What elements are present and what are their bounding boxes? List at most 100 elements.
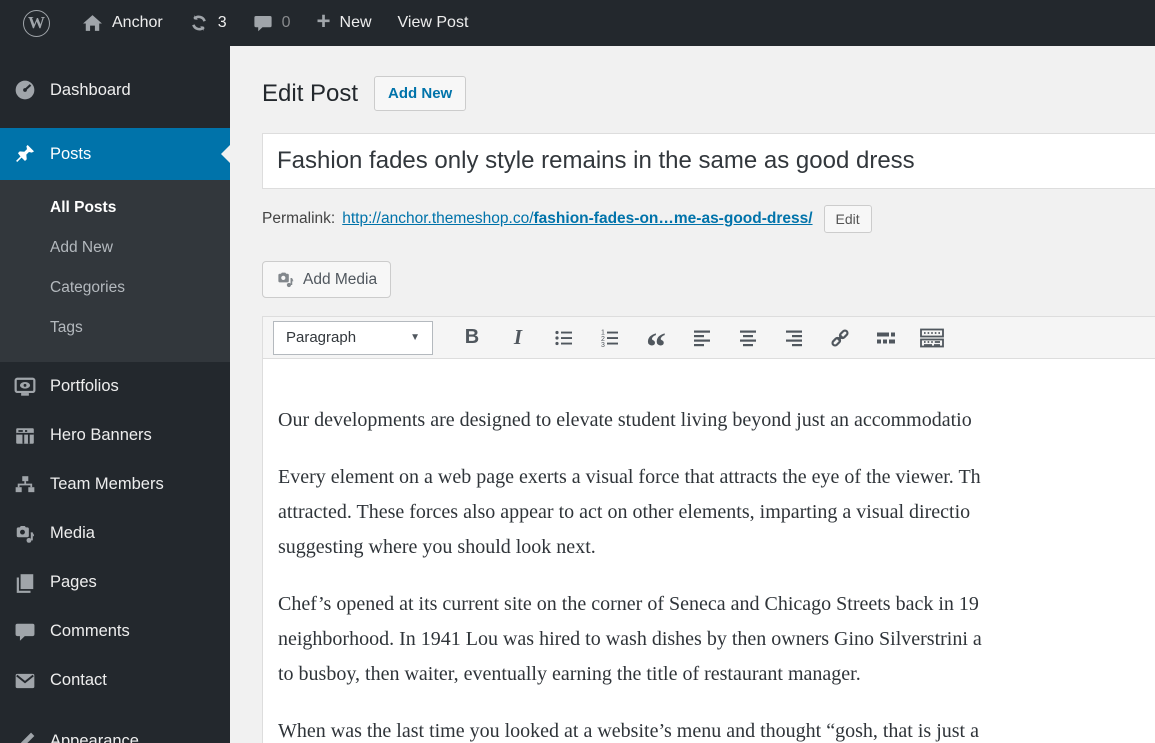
- sidebar-item-media[interactable]: Media: [0, 509, 230, 558]
- sidebar-item-label: Pages: [50, 573, 97, 591]
- site-name-link[interactable]: Anchor: [69, 0, 176, 46]
- align-right-button[interactable]: [773, 321, 815, 355]
- post-paragraph: When was the last time you looked at a w…: [278, 714, 1155, 743]
- table-grid-icon: [14, 425, 36, 447]
- permalink-label: Permalink:: [262, 210, 336, 227]
- updates-link[interactable]: 3: [176, 0, 240, 46]
- add-media-icon: [276, 270, 295, 289]
- sidebar-item-label: Media: [50, 524, 95, 542]
- paragraph-format-dropdown[interactable]: Paragraph ▼: [273, 320, 433, 355]
- submenu-item-tags[interactable]: Tags: [0, 308, 230, 348]
- org-chart-icon: [14, 474, 36, 496]
- wordpress-logo-icon: W: [23, 9, 50, 37]
- permalink-row: Permalink: http://anchor.themeshop.co/fa…: [262, 205, 1155, 233]
- main-content: Edit Post Add New Permalink: http://anch…: [230, 46, 1155, 743]
- add-media-button[interactable]: Add Media: [262, 261, 392, 298]
- paragraph-format-value: Paragraph: [286, 329, 357, 346]
- italic-button[interactable]: I: [497, 321, 539, 355]
- editor-content-area[interactable]: Our developments are designed to elevate…: [263, 359, 1155, 743]
- link-chain-icon: [831, 328, 849, 347]
- post-paragraph: Chef’s opened at its current site on the…: [278, 587, 1155, 692]
- view-post-link[interactable]: View Post: [385, 0, 482, 46]
- edit-permalink-button[interactable]: Edit: [823, 205, 872, 233]
- sidebar-item-label: Contact: [50, 671, 107, 689]
- sidebar-item-pages[interactable]: Pages: [0, 558, 230, 607]
- comments-count: 0: [281, 14, 291, 31]
- portfolio-eye-screen-icon: [14, 376, 36, 398]
- sidebar-item-label: Dashboard: [50, 80, 131, 99]
- paragraph-line: suggesting where you should look next.: [278, 536, 596, 558]
- align-center-button[interactable]: [727, 321, 769, 355]
- sidebar-item-label: Comments: [50, 622, 130, 640]
- sidebar-item-contact[interactable]: Contact: [0, 656, 230, 705]
- insert-more-tag-button[interactable]: [865, 321, 907, 355]
- sidebar-item-appearance[interactable]: Appearance: [0, 717, 230, 743]
- paragraph-line: attracted. These forces also appear to a…: [278, 501, 971, 523]
- pages-icon: [14, 572, 36, 594]
- post-paragraph: Our developments are designed to elevate…: [278, 403, 1155, 438]
- email-envelope-icon: [14, 670, 36, 692]
- post-title-input[interactable]: [262, 133, 1155, 189]
- wordpress-menu-button[interactable]: W: [10, 0, 63, 46]
- submenu-item-add-new[interactable]: Add New: [0, 228, 230, 268]
- align-right-icon: [786, 330, 802, 346]
- paragraph-line: neighborhood. In 1941 Lou was hired to w…: [278, 628, 982, 650]
- site-name-label: Anchor: [112, 14, 163, 31]
- svg-text:3: 3: [601, 342, 605, 349]
- comment-bubble-icon: [253, 13, 273, 33]
- updates-count: 3: [217, 14, 227, 31]
- admin-sidebar: Dashboard Posts All Posts Add New Catego…: [0, 46, 230, 743]
- active-menu-notch: [221, 145, 230, 163]
- sidebar-item-posts[interactable]: Posts: [0, 128, 230, 180]
- more-tag-icon: [877, 332, 895, 343]
- page-title: Edit Post: [262, 79, 359, 107]
- posts-submenu: All Posts Add New Categories Tags: [0, 180, 230, 362]
- pushpin-icon: [14, 143, 36, 165]
- align-left-icon: [694, 330, 710, 346]
- sidebar-item-comments[interactable]: Comments: [0, 607, 230, 656]
- permalink-url-slug: fashion-fades-on…me-as-good-dress/: [533, 210, 813, 227]
- permalink-url-link[interactable]: http://anchor.themeshop.co/fashion-fades…: [342, 210, 812, 228]
- numbered-list-icon: 1 2 3: [601, 329, 618, 349]
- updates-icon: [189, 13, 209, 33]
- permalink-url-base: http://anchor.themeshop.co/: [342, 210, 534, 227]
- paragraph-line: Every element on a web page exerts a vis…: [278, 466, 981, 488]
- paragraph-line: to busboy, then waiter, eventually earni…: [278, 663, 861, 685]
- new-content-button[interactable]: + New: [304, 0, 385, 46]
- paragraph-line: Our developments are designed to elevate…: [278, 409, 972, 431]
- paragraph-line: When was the last time you looked at a w…: [278, 720, 979, 742]
- new-label: New: [339, 14, 372, 31]
- post-editor: Paragraph ▼ B I 1 2 3 “ Our developments…: [262, 316, 1155, 743]
- post-paragraph: Every element on a web page exerts a vis…: [278, 460, 1155, 565]
- sidebar-item-label: Posts: [50, 144, 92, 163]
- add-new-post-button[interactable]: Add New: [374, 76, 467, 111]
- sidebar-item-portfolios[interactable]: Portfolios: [0, 362, 230, 411]
- sidebar-item-team-members[interactable]: Team Members: [0, 460, 230, 509]
- sidebar-item-label: Hero Banners: [50, 426, 152, 444]
- bullet-list-icon: [555, 330, 572, 345]
- view-post-label: View Post: [397, 14, 469, 31]
- keyboard-icon: [920, 328, 944, 347]
- page-header: Edit Post Add New: [262, 76, 1155, 111]
- dashboard-gauge-icon: [14, 79, 36, 101]
- sidebar-item-hero-banners[interactable]: Hero Banners: [0, 411, 230, 460]
- add-media-label: Add Media: [303, 270, 378, 288]
- media-camera-note-icon: [14, 523, 36, 545]
- sidebar-item-dashboard[interactable]: Dashboard: [0, 64, 230, 116]
- align-center-icon: [740, 330, 756, 346]
- insert-link-button[interactable]: [819, 321, 861, 355]
- editor-toolbar: Paragraph ▼ B I 1 2 3 “: [263, 317, 1155, 366]
- submenu-item-categories[interactable]: Categories: [0, 268, 230, 308]
- submenu-item-all-posts[interactable]: All Posts: [0, 188, 230, 228]
- home-icon: [82, 13, 103, 34]
- plus-icon: +: [316, 7, 331, 35]
- toolbar-toggle-button[interactable]: [911, 321, 953, 355]
- sidebar-item-label: Portfolios: [50, 377, 119, 395]
- align-left-button[interactable]: [681, 321, 723, 355]
- numbered-list-button[interactable]: 1 2 3: [589, 321, 631, 355]
- bold-button[interactable]: B: [451, 321, 493, 355]
- blockquote-button[interactable]: “: [635, 321, 677, 366]
- chevron-down-icon: ▼: [410, 332, 420, 343]
- bullet-list-button[interactable]: [543, 321, 585, 355]
- comments-link[interactable]: 0: [240, 0, 304, 46]
